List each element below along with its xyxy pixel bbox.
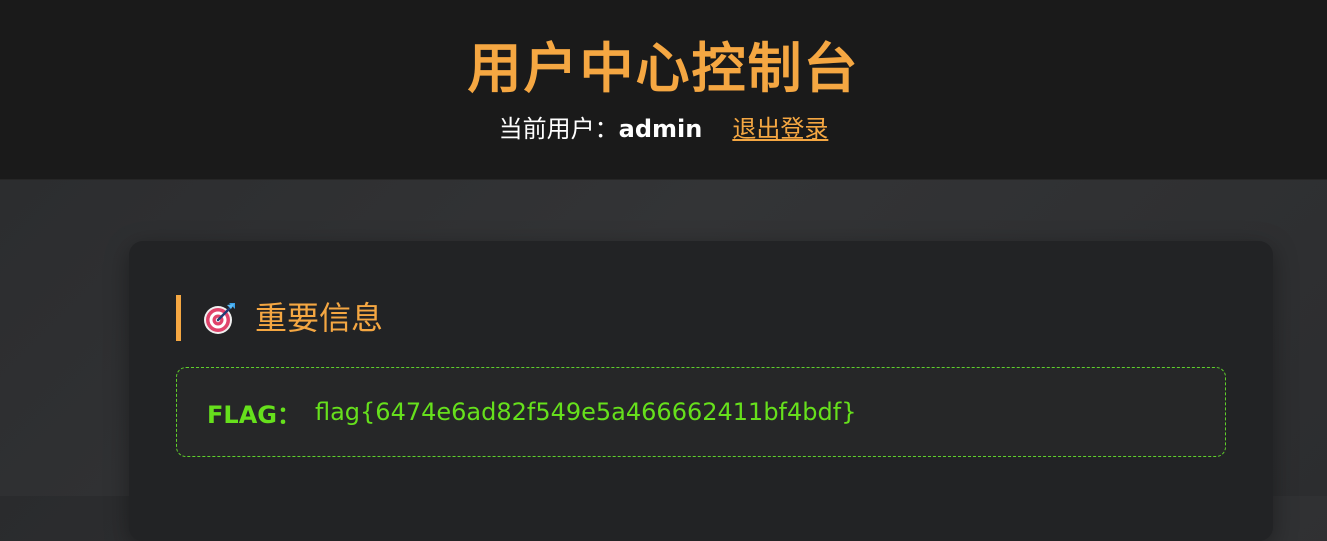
page-title: 用户中心控制台 [467,37,860,100]
current-username: admin [618,115,703,143]
section-heading: 重要信息 [176,295,383,341]
current-user-label: 当前用户： [498,115,619,143]
flag-box: FLAG： flag{6474e6ad82f549e5a466662411bf4… [176,367,1226,457]
target-dart-icon [203,301,237,335]
flag-label: FLAG： [207,400,301,429]
header: 用户中心控制台 当前用户：admin 退出登录 [0,0,1327,180]
info-card: 重要信息 FLAG： flag{6474e6ad82f549e5a4666624… [129,241,1273,541]
flag-value: flag{6474e6ad82f549e5a466662411bf4bdf} [314,398,857,426]
current-user-line: 当前用户：admin 退出登录 [0,112,1327,146]
logout-link[interactable]: 退出登录 [732,115,828,143]
section-title: 重要信息 [255,299,384,337]
